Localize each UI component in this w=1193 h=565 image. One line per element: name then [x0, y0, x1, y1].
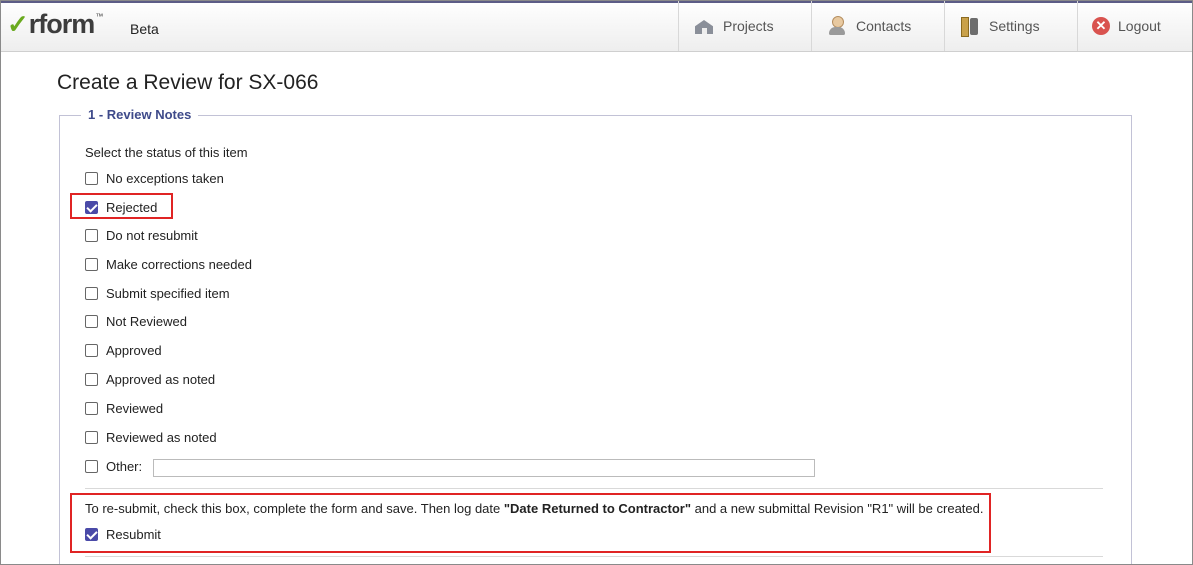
status-option-label: Do not resubmit: [106, 227, 198, 243]
logo-trademark: ™: [95, 12, 103, 21]
status-option-label: No exceptions taken: [106, 170, 224, 186]
status-option[interactable]: Approved: [85, 341, 162, 359]
main-nav: Projects Contacts Settings ✕ Logout: [678, 1, 1192, 51]
status-option[interactable]: Reviewed as noted: [85, 428, 217, 446]
status-checkbox[interactable]: [85, 430, 98, 444]
nav-logout-label: Logout: [1118, 18, 1161, 34]
close-circle-icon: ✕: [1092, 17, 1110, 35]
status-checkbox[interactable]: [85, 401, 98, 415]
nav-projects-label: Projects: [723, 18, 774, 34]
status-checkbox[interactable]: [85, 372, 98, 386]
highlight-box-rejected: [70, 193, 173, 219]
other-checkbox[interactable]: [85, 459, 98, 473]
nav-settings[interactable]: Settings: [944, 1, 1077, 51]
other-label: Other:: [106, 458, 143, 474]
tools-icon: [959, 15, 981, 37]
nav-contacts-label: Contacts: [856, 18, 912, 34]
person-icon: [826, 15, 848, 37]
logo-text: rform: [28, 9, 96, 39]
status-checkbox[interactable]: [85, 171, 98, 185]
section-divider: [85, 488, 1103, 489]
status-option[interactable]: Reviewed: [85, 399, 163, 417]
checkmark-logo-icon: ✓: [7, 9, 29, 39]
status-option[interactable]: Make corrections needed: [85, 255, 252, 273]
nav-contacts[interactable]: Contacts: [811, 1, 944, 51]
status-option[interactable]: Do not resubmit: [85, 226, 198, 244]
status-option-label: Reviewed as noted: [106, 429, 217, 445]
status-option-label: Not Reviewed: [106, 313, 187, 329]
status-option[interactable]: No exceptions taken: [85, 169, 224, 187]
app-window: ✓ rform ™ Beta Projects Contacts Setting…: [0, 0, 1193, 565]
nav-projects[interactable]: Projects: [678, 1, 811, 51]
status-option-label: Approved as noted: [106, 371, 216, 387]
status-checkbox[interactable]: [85, 257, 98, 271]
section-divider-bottom: [85, 556, 1103, 557]
status-option-label: Make corrections needed: [106, 256, 252, 272]
status-checkbox[interactable]: [85, 314, 98, 328]
status-option-label: Approved: [106, 342, 162, 358]
status-checkbox[interactable]: [85, 228, 98, 242]
status-option-label: Submit specified item: [106, 285, 230, 301]
status-option[interactable]: Approved as noted: [85, 370, 215, 388]
top-navigation-bar: ✓ rform ™ Beta Projects Contacts Setting…: [1, 1, 1192, 52]
beta-label: Beta: [130, 21, 159, 37]
page-title: Create a Review for SX-066: [57, 71, 319, 94]
section-legend: 1 - Review Notes: [81, 107, 199, 122]
status-checkbox[interactable]: [85, 343, 98, 357]
status-option[interactable]: Submit specified item: [85, 284, 230, 302]
other-text-input[interactable]: [153, 459, 815, 477]
status-prompt: Select the status of this item: [85, 145, 248, 160]
status-option[interactable]: Not Reviewed: [85, 312, 187, 330]
status-option-other[interactable]: Other:: [85, 457, 142, 475]
nav-logout[interactable]: ✕ Logout: [1077, 1, 1192, 51]
nav-settings-label: Settings: [989, 18, 1040, 34]
status-option-label: Reviewed: [106, 400, 164, 416]
rform-logo[interactable]: ✓ rform ™: [7, 9, 103, 43]
status-checkbox[interactable]: [85, 286, 98, 300]
highlight-box-resubmit: [70, 493, 991, 553]
house-icon: [693, 15, 715, 37]
